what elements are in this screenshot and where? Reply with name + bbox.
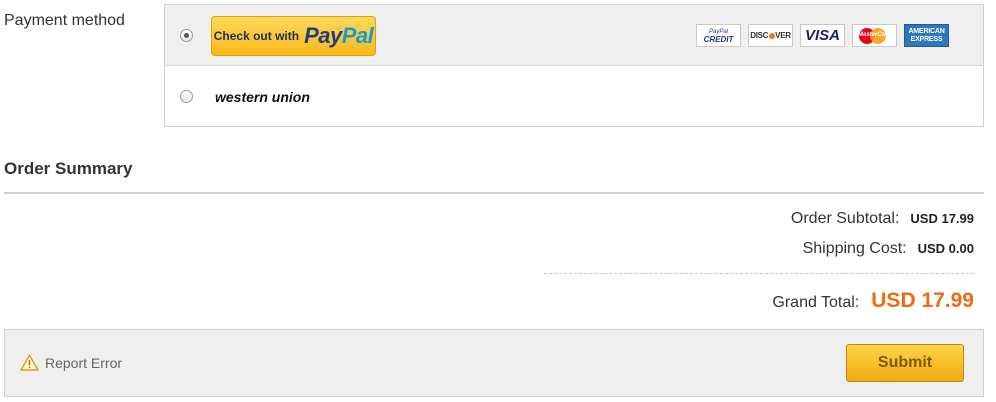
paypal-checkout-text: Check out with xyxy=(213,29,300,43)
subtotal-value: USD 17.99 xyxy=(910,211,974,226)
mastercard-icon: MasterCard xyxy=(852,24,897,47)
order-summary-title: Order Summary xyxy=(4,159,133,178)
warning-triangle-icon xyxy=(20,354,39,371)
card-logos: PayPal CREDIT DISC VER VISA MasterCard AM… xyxy=(696,24,949,47)
subtotal-row: Order Subtotal: USD 17.99 xyxy=(791,210,974,228)
paypal-option-row[interactable]: Check out with PayPal PayPal CREDIT DISC… xyxy=(165,5,983,66)
western-union-radio[interactable] xyxy=(180,90,193,103)
paypal-logo: PayPal xyxy=(304,23,374,48)
grand-total-label: Grand Total: xyxy=(772,294,860,311)
amex-icon: AMERICAN EXPRESS xyxy=(904,24,949,47)
paypal-radio[interactable] xyxy=(180,29,193,42)
payment-method-label: Payment method xyxy=(4,12,125,29)
visa-icon: VISA xyxy=(800,24,845,47)
paypal-checkout-button[interactable]: Check out with PayPal xyxy=(211,16,376,56)
payment-method-box: Check out with PayPal PayPal CREDIT DISC… xyxy=(164,4,984,127)
summary-divider xyxy=(4,192,984,194)
grand-total-value: USD 17.99 xyxy=(871,289,974,312)
western-union-label[interactable]: western union xyxy=(215,89,310,105)
shipping-label: Shipping Cost: xyxy=(802,240,907,257)
grand-total-row: Grand Total: USD 17.99 xyxy=(772,289,974,313)
paypal-credit-icon: PayPal CREDIT xyxy=(696,24,741,47)
submit-button[interactable]: Submit xyxy=(846,344,964,382)
report-error-label: Report Error xyxy=(45,354,123,371)
shipping-value: USD 0.00 xyxy=(917,241,974,256)
report-error-link[interactable]: Report Error xyxy=(20,354,122,371)
subtotal-label: Order Subtotal: xyxy=(790,210,900,227)
shipping-row: Shipping Cost: USD 0.00 xyxy=(803,240,974,258)
total-divider xyxy=(544,273,974,274)
action-bar: Report Error Submit xyxy=(4,329,984,397)
discover-icon: DISC VER xyxy=(748,24,793,47)
